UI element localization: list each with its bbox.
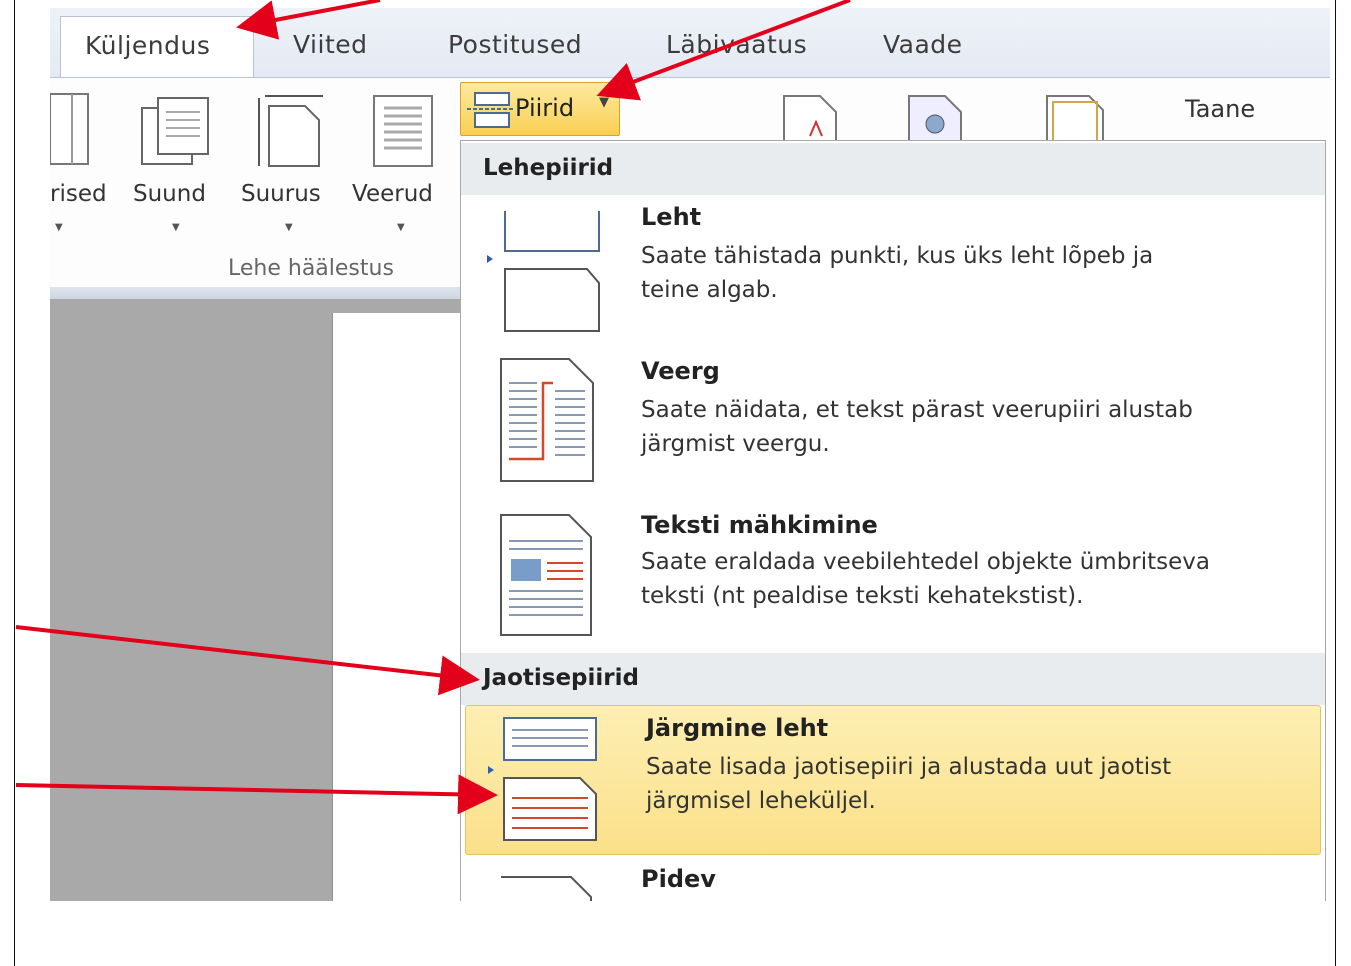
menu-item-desc: teine algab. [641, 277, 778, 303]
menu-item-title: Leht [641, 203, 702, 231]
next-page-break-icon [488, 717, 597, 841]
columns-icon [373, 95, 433, 167]
document-page[interactable] [332, 313, 463, 901]
ribbon-bottom-border [50, 287, 460, 299]
menu-item-next-page[interactable]: Järgmine leht Saate lisada jaotisepiiri … [465, 705, 1321, 855]
tab-viited[interactable]: Viited [293, 30, 368, 59]
chevron-down-icon[interactable]: ▼ [172, 222, 180, 233]
tab-kuljendus[interactable]: Küljendus [60, 16, 254, 79]
group-label-page-setup: Lehe häälestus [228, 256, 394, 281]
menu-item-text-wrapping[interactable]: Teksti mähkimine Saate eraldada veebileh… [461, 503, 1325, 643]
menu-item-page-break[interactable]: Leht Saate tähistada punkti, kus üks leh… [461, 199, 1325, 339]
section-header-section-breaks: Jaotisepiirid [461, 653, 1325, 705]
menu-item-desc: Saate eraldada veebilehtedel objekte ümb… [641, 549, 1210, 575]
orientation-icon [141, 97, 209, 165]
menu-item-desc: järgmist veergu. [641, 431, 830, 457]
menu-item-title: Teksti mähkimine [641, 511, 878, 539]
menu-item-column-break[interactable]: Veerg Saate näidata, et tekst pärast vee… [461, 349, 1325, 489]
margins-icon [50, 93, 89, 165]
continuous-break-icon [501, 876, 592, 901]
tab-vaade[interactable]: Vaade [883, 30, 963, 59]
breaks-button[interactable]: Piirid ▼ [460, 82, 620, 136]
chevron-down-icon[interactable]: ▼ [397, 222, 405, 233]
page-break-icon [487, 211, 600, 332]
menu-item-desc: järgmisel leheküljel. [646, 788, 876, 814]
tab-labivaatus[interactable]: Läbivaatus [666, 30, 807, 59]
page-color-icon [908, 95, 962, 142]
indent-label: Taane [1185, 95, 1256, 123]
menu-item-title: Veerg [641, 357, 720, 385]
watermark-icon [783, 95, 837, 142]
document-background [306, 299, 462, 313]
section-header-label: Jaotisepiirid [483, 665, 639, 691]
menu-item-desc: teksti (nt pealdise teksti kehatekstist)… [641, 583, 1084, 609]
chevron-down-icon[interactable]: ▼ [285, 222, 293, 233]
page-borders-icon [1046, 95, 1104, 142]
margins-button[interactable]: rised [50, 181, 107, 207]
document-background [50, 299, 332, 901]
breaks-menu: Lehepiirid Leht Saate tähistada punkti, … [460, 140, 1326, 901]
size-button[interactable]: Suurus [241, 181, 321, 207]
section-header-label: Lehepiirid [483, 155, 614, 181]
breaks-label: Piirid [515, 94, 575, 122]
orientation-button[interactable]: Suund [133, 181, 206, 207]
menu-item-title: Järgmine leht [646, 714, 829, 742]
menu-item-continuous[interactable]: Pidev [461, 861, 1325, 901]
menu-item-desc: Saate lisada jaotisepiiri ja alustada uu… [646, 754, 1172, 780]
section-header-page-breaks: Lehepiirid [461, 143, 1325, 195]
page-size-icon [258, 95, 323, 167]
menu-item-desc: Saate tähistada punkti, kus üks leht lõp… [641, 243, 1154, 269]
chevron-down-icon: ▼ [599, 95, 609, 110]
menu-item-desc: Saate näidata, et tekst pärast veerupiir… [641, 397, 1193, 423]
tab-label: Küljendus [85, 31, 211, 60]
chevron-down-icon[interactable]: ▼ [55, 222, 63, 233]
column-break-icon [500, 358, 594, 482]
tab-postitused[interactable]: Postitused [448, 30, 582, 59]
text-wrapping-icon [500, 514, 592, 636]
menu-item-title: Pidev [641, 865, 716, 893]
columns-button[interactable]: Veerud [352, 181, 433, 207]
breaks-icon [467, 92, 513, 128]
